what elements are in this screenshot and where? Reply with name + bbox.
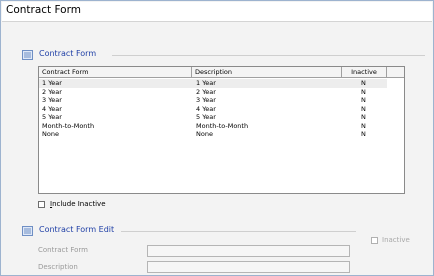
table-row[interactable]: 2 Year 2 Year N: [39, 88, 387, 97]
table-row[interactable]: 1 Year 1 Year N: [39, 79, 387, 88]
cell-contract-form: 1 Year: [42, 79, 62, 87]
cell-inactive: N: [361, 87, 366, 96]
edit-section-title: Contract Form Edit: [39, 225, 115, 234]
cell-contract-form: 2 Year: [42, 87, 62, 96]
table-row[interactable]: 4 Year 4 Year N: [39, 105, 387, 114]
inactive-checkbox[interactable]: [371, 237, 378, 244]
section-divider: [121, 231, 356, 232]
inactive-label: Inactive: [382, 236, 410, 244]
column-header-description[interactable]: Description: [192, 67, 342, 78]
list-icon: [22, 50, 33, 60]
list-section-header: Contract Form: [22, 49, 426, 63]
cell-contract-form: 5 Year: [42, 113, 62, 121]
cell-contract-form: 3 Year: [42, 96, 62, 104]
cell-inactive: N: [361, 79, 366, 87]
cell-description: Month-to-Month: [196, 121, 249, 130]
column-header-contract-form[interactable]: Contract Form: [39, 67, 192, 78]
cell-contract-form: Month-to-Month: [42, 121, 95, 130]
grid-header: Contract Form Description Inactive: [39, 67, 404, 78]
contract-form-grid[interactable]: Contract Form Description Inactive 1 Yea…: [38, 66, 405, 194]
cell-inactive: N: [361, 96, 366, 104]
cell-inactive: N: [361, 121, 366, 130]
cell-contract-form: 4 Year: [42, 104, 62, 113]
table-row[interactable]: 5 Year 5 Year N: [39, 113, 387, 122]
include-inactive-label[interactable]: Include Inactive: [50, 200, 106, 208]
cell-inactive: N: [361, 104, 366, 113]
edit-section-header: Contract Form Edit: [22, 225, 426, 239]
contract-form-label: Contract Form: [38, 246, 88, 254]
cell-description: 3 Year: [196, 96, 216, 104]
section-divider: [112, 55, 425, 56]
list-section-title: Contract Form: [39, 49, 97, 58]
form-icon: [22, 226, 33, 236]
cell-description: None: [196, 130, 213, 138]
description-label: Description: [38, 263, 78, 271]
window-frame: Contract Form Contract Form Contract For…: [0, 0, 434, 276]
include-inactive-checkbox[interactable]: [38, 201, 45, 208]
description-field[interactable]: [147, 261, 350, 273]
title-bar: Contract Form: [2, 2, 432, 22]
table-row[interactable]: None None N: [39, 130, 387, 139]
cell-contract-form: None: [42, 130, 59, 138]
cell-description: 5 Year: [196, 113, 216, 121]
table-row[interactable]: 3 Year 3 Year N: [39, 96, 387, 105]
column-header-inactive[interactable]: Inactive: [342, 67, 387, 78]
cell-description: 1 Year: [196, 79, 216, 87]
cell-inactive: N: [361, 130, 366, 138]
window-title: Contract Form: [6, 4, 81, 16]
cell-description: 2 Year: [196, 87, 216, 96]
contract-form-field[interactable]: [147, 245, 350, 257]
cell-inactive: N: [361, 113, 366, 121]
table-row[interactable]: Month-to-Month Month-to-Month N: [39, 122, 387, 131]
cell-description: 4 Year: [196, 104, 216, 113]
